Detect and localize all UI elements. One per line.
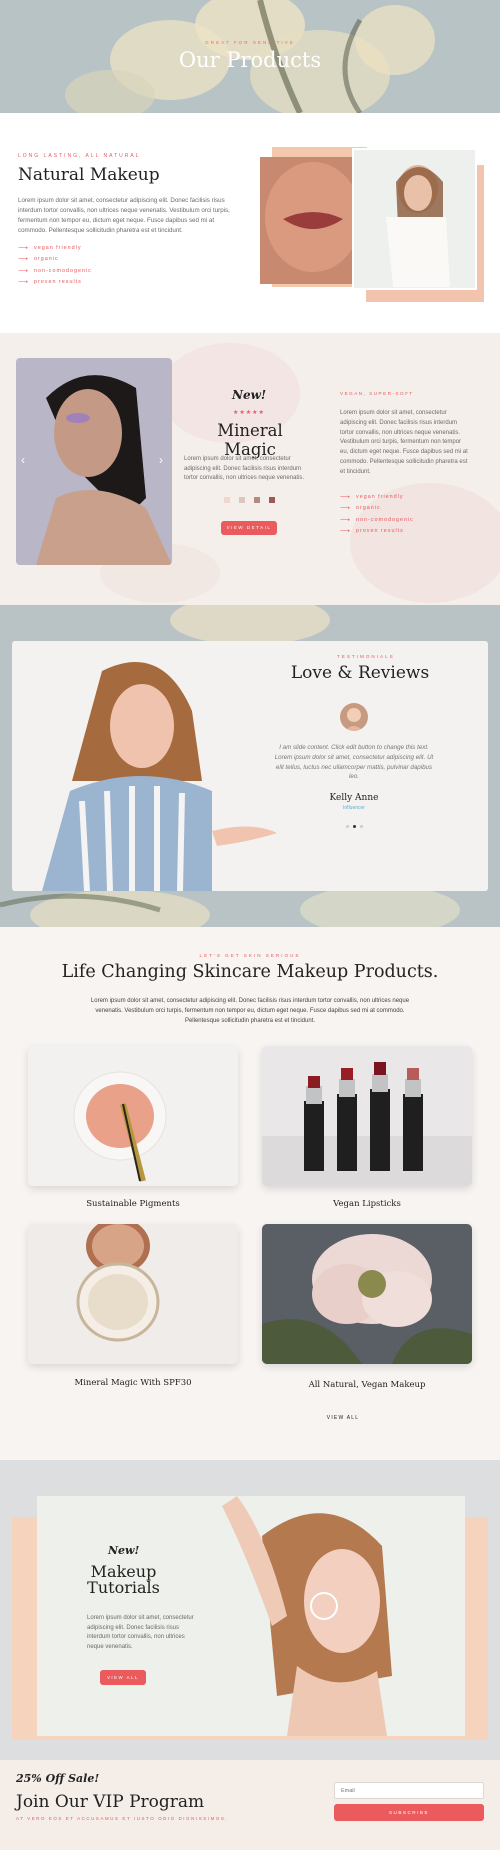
slider-dot[interactable]: [360, 825, 363, 828]
hero-kicker: GREAT FOR SENSITIVE: [205, 40, 295, 45]
arrow-right-icon: ⟶: [340, 516, 352, 524]
page-title: Our Products: [178, 48, 322, 72]
reviews-title: Love & Reviews: [290, 663, 430, 683]
view-all-products-link[interactable]: VIEW ALL: [313, 1415, 373, 1421]
product-card-natural[interactable]: [262, 1224, 472, 1364]
feature-item: ⟶ vegan friendly: [340, 493, 404, 501]
feature-item: ⟶ non-comodogenic: [340, 516, 414, 524]
testimonial-card: TESTIMONIALS Love & Reviews I am slide c…: [12, 641, 488, 891]
email-field[interactable]: [334, 1782, 484, 1799]
tutorials-title: Makeup Tutorials: [87, 1562, 160, 1597]
arrow-right-icon: ⟶: [340, 505, 352, 513]
testimonial-role: Influencer: [343, 805, 365, 811]
view-detail-button[interactable]: VIEW DETAIL: [221, 521, 277, 535]
slider-dots: [346, 825, 363, 828]
reviews-kicker: TESTIMONIALS: [337, 654, 395, 659]
products-section: LET'S GET SKIN SERIOUS Life Changing Ski…: [0, 927, 500, 1460]
sale-badge: 25% Off Sale!: [16, 1772, 100, 1785]
compact-image: [28, 1224, 238, 1364]
product-card-lipsticks[interactable]: [262, 1046, 472, 1186]
mineral-right-body: Lorem ipsum dolor sit amet, consectetur …: [340, 410, 468, 475]
natural-kicker: LONG LASTING, ALL NATURAL: [18, 153, 141, 159]
product-name: All Natural, Vegan Makeup: [308, 1380, 426, 1390]
vip-subtitle: AT VERO EOS ET ACCUSAMUS ET IUSTO ODIO D…: [16, 1816, 229, 1821]
product-name: Mineral Magic With SPF30: [74, 1378, 192, 1388]
product-name: Vegan Lipsticks: [333, 1199, 401, 1209]
flower-image: [262, 1224, 472, 1364]
slider-dot-active[interactable]: [353, 825, 356, 828]
rating-stars: ★★★★★: [233, 410, 265, 416]
slider-dot[interactable]: [346, 825, 349, 828]
swatch[interactable]: [269, 497, 275, 503]
tutorials-body: Lorem ipsum dolor sit amet, consectetur …: [87, 1615, 194, 1650]
arrow-right-icon: ⟶: [18, 244, 30, 252]
products-intro: Lorem ipsum dolor sit amet, consectetur …: [90, 998, 410, 1024]
products-title: Life Changing Skincare Makeup Products.: [61, 962, 439, 982]
arrow-right-icon: ⟶: [18, 256, 30, 264]
view-all-tutorials-button[interactable]: VIEW ALL: [100, 1670, 146, 1685]
products-kicker: LET'S GET SKIN SERIOUS: [199, 953, 301, 958]
natural-body: Lorem ipsum dolor sit amet, consectetur …: [18, 197, 230, 234]
natural-makeup-section: LONG LASTING, ALL NATURAL Natural Makeup…: [0, 113, 500, 333]
testimonial-quote: I am slide content. Click edit button to…: [274, 744, 434, 781]
swatch[interactable]: [239, 497, 245, 503]
arrow-right-icon: ⟶: [340, 528, 352, 536]
feature-item: ⟶ vegan friendly: [18, 244, 82, 252]
mineral-magic-section: ‹ › New! ★★★★★ Mineral Magic Lorem ipsum…: [0, 333, 500, 605]
natural-collage-image: [260, 147, 484, 302]
arrow-right-icon: ⟶: [340, 493, 352, 501]
natural-feature-list: ⟶ vegan friendly ⟶ organic ⟶ non-comodogeni…: [18, 242, 92, 288]
testimonial-model-image: [42, 662, 277, 891]
hero-section: GREAT FOR SENSITIVE Our Products: [0, 0, 500, 113]
tutorials-section: New! Makeup Tutorials Lorem ipsum dolor …: [0, 1460, 500, 1760]
model-slider-image[interactable]: ‹ ›: [16, 358, 172, 565]
pigments-image: [28, 1046, 238, 1186]
avatar: [340, 703, 368, 731]
product-name: Sustainable Pigments: [86, 1199, 180, 1209]
slider-prev-arrow[interactable]: ‹: [21, 453, 25, 467]
swatch[interactable]: [224, 497, 230, 503]
product-card-pigments[interactable]: [28, 1046, 238, 1186]
arrow-right-icon: ⟶: [18, 279, 30, 287]
lipsticks-image: [262, 1046, 472, 1186]
natural-title: Natural Makeup: [18, 165, 160, 185]
feature-item: ⟶ organic: [340, 505, 381, 513]
product-card-mineral[interactable]: [28, 1224, 238, 1364]
reviews-section: TESTIMONIALS Love & Reviews I am slide c…: [0, 605, 500, 927]
arrow-right-icon: ⟶: [18, 267, 30, 275]
feature-item: ⟶ non-comodogenic: [18, 267, 92, 275]
mineral-right-kicker: VEGAN, SUPER-SOFT: [340, 391, 414, 396]
vip-title: Join Our VIP Program: [16, 1792, 205, 1812]
mineral-feature-list: ⟶ vegan friendly ⟶ organic ⟶ non-comodogeni…: [340, 491, 414, 537]
new-badge: New!: [108, 1544, 140, 1557]
feature-item: ⟶ proven results: [18, 279, 82, 287]
model-portrait: [16, 358, 172, 565]
subscribe-button[interactable]: SUBSCRIBE: [334, 1804, 484, 1821]
feature-item: ⟶ proven results: [340, 528, 404, 536]
color-swatches: [224, 497, 275, 503]
swatch[interactable]: [254, 497, 260, 503]
slider-next-arrow[interactable]: ›: [159, 453, 163, 467]
vip-signup-section: 25% Off Sale! Join Our VIP Program AT VE…: [0, 1760, 500, 1850]
feature-item: ⟶ organic: [18, 256, 59, 264]
mineral-title: Mineral Magic: [217, 421, 283, 459]
mineral-body: Lorem ipsum dolor sit amet, consectetur …: [184, 456, 305, 481]
new-badge: New!: [232, 388, 267, 402]
testimonial-name: Kelly Anne: [329, 793, 379, 803]
